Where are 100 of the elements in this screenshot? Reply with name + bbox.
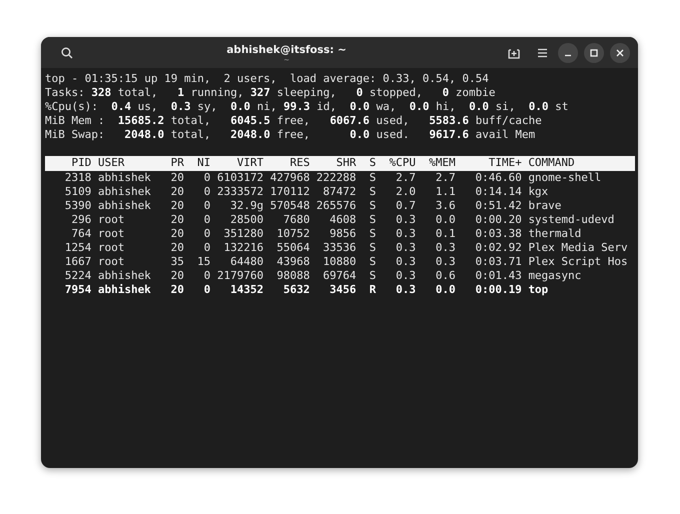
table-cell: 64480 (230, 255, 264, 268)
table-cell: root (98, 226, 124, 240)
table-cell: 3.6 (436, 198, 456, 212)
column-header: %CPU (389, 156, 416, 170)
table-cell: root (98, 241, 124, 254)
table-cell: 5390 (64, 198, 92, 212)
column-header: TIME+ (488, 156, 522, 170)
table-cell: 9856 (330, 226, 356, 240)
table-cell: 0.3 (396, 226, 416, 240)
table-cell: 20 (170, 226, 184, 240)
table-cell: 0.3 (396, 269, 416, 282)
table-cell: 14352 (230, 283, 264, 296)
maximize-icon (590, 48, 598, 56)
table-cell: S (369, 212, 376, 226)
table-cell: 0:03.38 (475, 226, 522, 240)
table-cell: abhishek (98, 283, 151, 296)
table-cell: 2.7 (396, 170, 416, 184)
table-cell: 764 (71, 226, 92, 240)
table-cell: 28500 (230, 212, 264, 226)
table-cell: 296 (71, 212, 92, 226)
table-cell: 0.3 (436, 241, 456, 254)
table-cell: 0.1 (436, 226, 456, 240)
window-title: abhishek@itsfoss: ~ (226, 44, 346, 56)
table-cell: S (369, 198, 376, 212)
column-header: USER (98, 156, 124, 170)
close-icon (616, 48, 624, 56)
table-cell: 1.1 (436, 184, 456, 198)
table-cell: 1667 (64, 255, 92, 268)
table-cell: 98088 (276, 269, 310, 282)
table-cell: 222288 (316, 170, 356, 184)
table-cell: 0:51.42 (475, 198, 522, 212)
table-cell: 0 (204, 212, 211, 226)
column-header: NI (197, 156, 211, 170)
table-cell: 2.7 (436, 170, 456, 184)
table-cell: 0:01.43 (475, 269, 522, 282)
table-cell: 0.6 (436, 269, 456, 282)
table-cell: 69764 (323, 269, 356, 282)
column-header: %MEM (428, 156, 456, 170)
table-cell: 7954 (64, 283, 92, 296)
table-cell: 0.7 (396, 198, 416, 212)
table-cell: 20 (170, 184, 184, 198)
table-cell: kgx (528, 184, 548, 198)
minimize-button[interactable] (558, 42, 578, 62)
column-header: SHR (336, 156, 356, 170)
table-cell: systemd-udevd (528, 212, 614, 226)
table-cell: 2.0 (396, 184, 416, 198)
table-cell: 0:00.19 (475, 283, 522, 296)
column-header: VIRT (236, 156, 264, 170)
table-cell: 0.3 (396, 255, 416, 268)
table-cell: abhishek (98, 170, 151, 184)
table-cell: 0 (204, 283, 211, 296)
summary-line: top - 01:35:15 up 19 min, 2 users, load average: 0.33, 0.54, 0.54 (45, 72, 490, 86)
table-cell: 0 (204, 184, 211, 198)
table-cell: root (98, 212, 124, 226)
table-cell: 0.0 (436, 283, 456, 296)
table-cell: 5632 (283, 283, 310, 296)
table-cell: S (369, 170, 376, 184)
table-cell: abhishek (98, 184, 151, 198)
table-cell: 20 (170, 170, 184, 184)
summary-line: MiB Swap: 2048.0 total, 2048.0 free, 0.0 used. 9617.6 avail Mem (45, 128, 536, 142)
column-header: COMMAND (528, 156, 575, 170)
table-cell: 32.9g (230, 198, 264, 212)
table-cell: 0.3 (396, 212, 416, 226)
table-cell: 20 (170, 269, 184, 282)
table-cell: 0.3 (396, 241, 416, 254)
maximize-button[interactable] (584, 42, 604, 62)
table-cell: S (369, 226, 376, 240)
table-cell: 0.0 (436, 212, 456, 226)
summary-line: %Cpu(s): 0.4 us, 0.3 sy, 0.0 ni, 99.3 id, 0.0 wa, 0.0 hi, 0.0 si, 0.0 st (45, 100, 570, 114)
table-cell: brave (528, 198, 562, 212)
table-cell: 0 (204, 226, 211, 240)
table-cell: S (369, 184, 376, 198)
table-cell: gnome-shell (528, 170, 602, 184)
table-cell: S (369, 269, 376, 282)
summary-line: MiB Mem : 15685.2 total, 6045.5 free, 6067.6 used, 5583.6 buff/cache (45, 114, 543, 128)
table-cell: 0 (204, 198, 211, 212)
table-cell: 132216 (224, 241, 264, 254)
column-header: PID (71, 156, 92, 170)
table-cell: 0.3 (396, 283, 416, 296)
summary-line: Tasks: 328 total, 1 running, 327 sleeping, 0 stopped, 0 zombie (45, 86, 496, 100)
table-cell: 3456 (330, 283, 356, 296)
table-cell: abhishek (98, 198, 151, 212)
table-cell: 1254 (64, 241, 92, 254)
table-cell: abhishek (98, 269, 151, 282)
close-button[interactable] (610, 42, 630, 62)
table-cell: 427968 (270, 170, 310, 184)
table-cell: 43968 (276, 255, 310, 268)
table-cell: 570548 (270, 198, 310, 212)
table-cell: thermald (528, 226, 582, 240)
column-header: S (369, 156, 376, 170)
table-cell: Plex Script Hos (528, 255, 628, 268)
table-cell: 265576 (316, 198, 356, 212)
table-cell: 0 (204, 170, 211, 184)
table-cell: R (369, 283, 376, 296)
table-cell: 20 (170, 198, 184, 212)
table-cell: 2333572 (217, 184, 264, 198)
table-cell: 55064 (276, 241, 310, 254)
table-cell: 5109 (64, 184, 92, 198)
table-cell: 170112 (270, 184, 310, 198)
table-cell: 20 (170, 283, 184, 296)
